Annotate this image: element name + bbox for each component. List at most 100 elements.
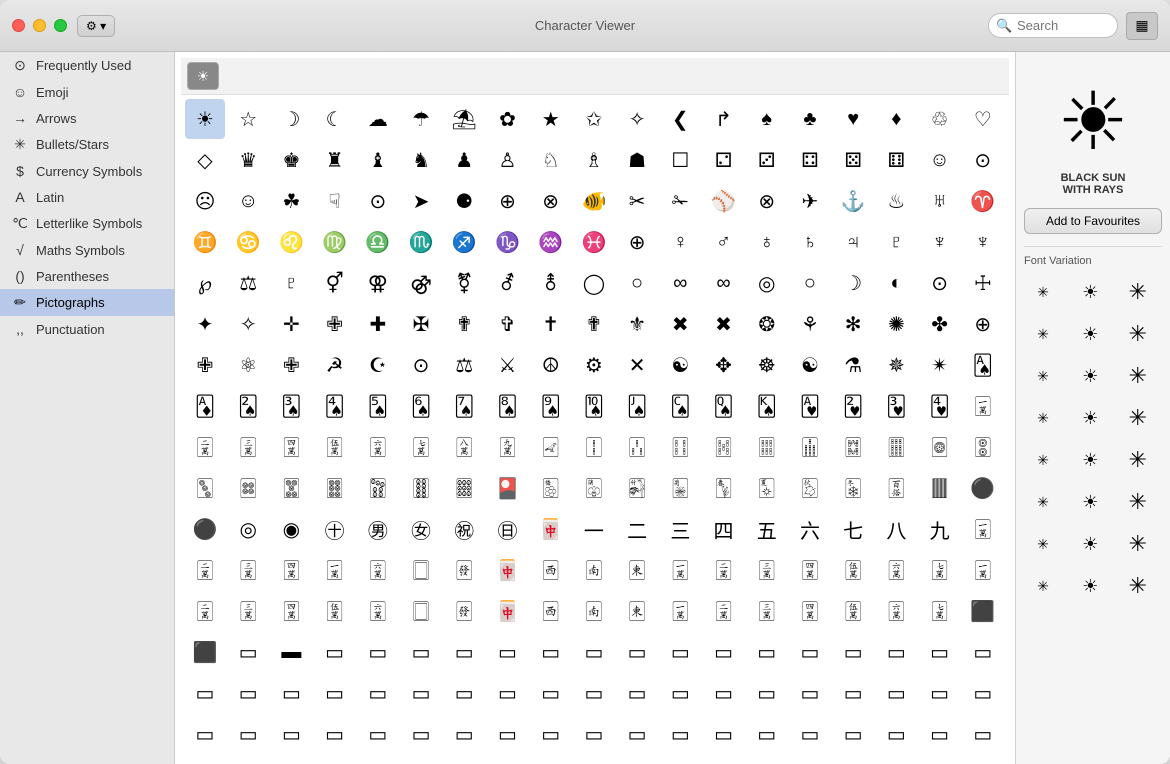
char-cell[interactable]: ✝ xyxy=(531,304,571,344)
char-cell[interactable]: ♑ xyxy=(487,222,527,262)
char-cell[interactable]: ✂ xyxy=(617,181,657,221)
char-cell[interactable]: 🀞 xyxy=(315,468,355,508)
char-cell[interactable]: 🀗 xyxy=(833,427,873,467)
font-variant-cell[interactable]: ☀ xyxy=(1071,525,1109,563)
char-cell[interactable]: ⚛ xyxy=(228,345,268,385)
char-cell[interactable]: ♠ xyxy=(747,99,787,139)
char-cell[interactable]: ⚓ xyxy=(833,181,873,221)
char-cell[interactable]: ◐ xyxy=(876,263,916,303)
font-variant-cell[interactable]: ✳ xyxy=(1024,357,1062,395)
char-cell[interactable]: ♏ xyxy=(401,222,441,262)
char-cell[interactable]: ◇ xyxy=(185,140,225,180)
char-cell[interactable]: ✧ xyxy=(228,304,268,344)
char-cell[interactable]: 九 xyxy=(920,509,960,549)
char-cell[interactable]: ▭ xyxy=(401,755,441,764)
char-cell[interactable]: ▭ xyxy=(574,632,614,672)
char-cell[interactable]: ▭ xyxy=(185,714,225,754)
font-variant-cell[interactable]: ✳ xyxy=(1024,483,1062,521)
char-cell[interactable]: 🎴 xyxy=(487,468,527,508)
char-cell[interactable]: ⚥ xyxy=(315,263,355,303)
char-cell[interactable]: ▭ xyxy=(358,632,398,672)
char-cell[interactable]: ♟ xyxy=(444,140,484,180)
char-cell[interactable]: 🀛 xyxy=(185,468,225,508)
char-cell[interactable]: ♝ xyxy=(358,140,398,180)
char-cell[interactable]: ♙ xyxy=(487,140,527,180)
char-cell[interactable]: ♗ xyxy=(574,140,614,180)
char-cell[interactable]: ☀ xyxy=(185,99,225,139)
char-cell[interactable]: ▭ xyxy=(401,714,441,754)
char-cell[interactable]: ▭ xyxy=(531,673,571,713)
sidebar-item-parentheses[interactable]: () Parentheses xyxy=(0,263,174,289)
char-cell[interactable]: ▭ xyxy=(358,755,398,764)
char-cell[interactable]: ▭ xyxy=(963,714,1003,754)
char-cell[interactable]: 🀧 xyxy=(747,468,787,508)
sidebar-item-punctuation[interactable]: ,, Punctuation xyxy=(0,316,174,342)
char-cell[interactable]: ▭ xyxy=(271,714,311,754)
char-cell[interactable]: 七 xyxy=(833,509,873,549)
char-cell[interactable]: 🀆 xyxy=(401,550,441,590)
char-cell[interactable]: ▭ xyxy=(487,755,527,764)
char-cell[interactable]: 🀅 xyxy=(444,591,484,631)
char-cell[interactable]: 🀘 xyxy=(876,427,916,467)
char-cell[interactable]: ♊ xyxy=(185,222,225,262)
char-cell[interactable]: 🂥 xyxy=(358,386,398,426)
char-cell[interactable]: ⚈ xyxy=(444,181,484,221)
char-cell[interactable]: ▭ xyxy=(876,673,916,713)
char-cell[interactable]: ◯ xyxy=(574,263,614,303)
char-cell[interactable]: ∞ xyxy=(660,263,700,303)
char-cell[interactable]: 🀅 xyxy=(444,550,484,590)
char-cell[interactable]: ▭ xyxy=(660,714,700,754)
sidebar-item-latin[interactable]: A Latin xyxy=(0,184,174,210)
char-cell[interactable]: ✛ xyxy=(271,304,311,344)
char-cell[interactable]: ◎ xyxy=(228,509,268,549)
char-cell[interactable]: ✺ xyxy=(876,304,916,344)
char-cell[interactable]: ▭ xyxy=(185,755,225,764)
char-cell[interactable]: ♃ xyxy=(833,222,873,262)
font-variant-cell[interactable]: ☀ xyxy=(1071,273,1109,311)
char-cell[interactable]: 五 xyxy=(747,509,787,549)
char-cell[interactable]: ▭ xyxy=(833,673,873,713)
char-cell[interactable]: ⊙ xyxy=(920,263,960,303)
font-variant-cell[interactable]: ✳ xyxy=(1024,399,1062,437)
char-cell[interactable]: ☂ xyxy=(401,99,441,139)
char-cell[interactable]: ▭ xyxy=(358,673,398,713)
char-cell[interactable]: ▭ xyxy=(228,755,268,764)
char-cell[interactable]: ☽ xyxy=(833,263,873,303)
char-cell[interactable]: 🀔 xyxy=(704,427,744,467)
char-cell[interactable]: ㊚ xyxy=(358,509,398,549)
char-cell[interactable]: ▭ xyxy=(747,632,787,672)
char-cell[interactable]: ⬛ xyxy=(963,591,1003,631)
char-cell[interactable]: ☐ xyxy=(660,140,700,180)
close-button[interactable] xyxy=(12,19,25,32)
font-variant-cell[interactable]: ☀ xyxy=(1071,567,1109,605)
char-cell[interactable]: ✻ xyxy=(833,304,873,344)
char-cell[interactable]: ✟ xyxy=(574,304,614,344)
char-cell[interactable]: ☁ xyxy=(358,99,398,139)
char-cell[interactable]: 🀓 xyxy=(660,427,700,467)
char-cell[interactable]: ▭ xyxy=(617,755,657,764)
char-cell[interactable]: ▭ xyxy=(531,714,571,754)
char-cell[interactable]: ♅ xyxy=(920,181,960,221)
char-cell[interactable]: 🀍 xyxy=(920,550,960,590)
char-cell[interactable]: 🀉 xyxy=(747,591,787,631)
font-variant-cell[interactable]: ☀ xyxy=(1071,483,1109,521)
char-cell[interactable]: ℘ xyxy=(185,263,225,303)
char-cell[interactable]: 🂩 xyxy=(531,386,571,426)
char-cell[interactable]: 🀢 xyxy=(531,468,571,508)
char-cell[interactable]: ☸ xyxy=(747,345,787,385)
sidebar-item-bullets[interactable]: ✳ Bullets/Stars xyxy=(0,131,174,158)
char-cell[interactable]: ▭ xyxy=(531,755,571,764)
char-cell[interactable]: ▭ xyxy=(315,632,355,672)
minimize-button[interactable] xyxy=(33,19,46,32)
char-cell[interactable]: ▭ xyxy=(790,632,830,672)
char-cell[interactable]: 🀉 xyxy=(228,550,268,590)
char-cell[interactable]: ⚄ xyxy=(833,140,873,180)
char-cell[interactable]: ♨ xyxy=(876,181,916,221)
char-cell[interactable]: 一 xyxy=(574,509,614,549)
char-cell[interactable]: ◎ xyxy=(747,263,787,303)
char-cell[interactable]: ✚ xyxy=(358,304,398,344)
char-cell[interactable]: 🀌 xyxy=(358,550,398,590)
char-cell[interactable]: 🀆 xyxy=(401,591,441,631)
char-cell[interactable]: ⚫ xyxy=(963,468,1003,508)
char-cell[interactable]: 🀉 xyxy=(747,550,787,590)
